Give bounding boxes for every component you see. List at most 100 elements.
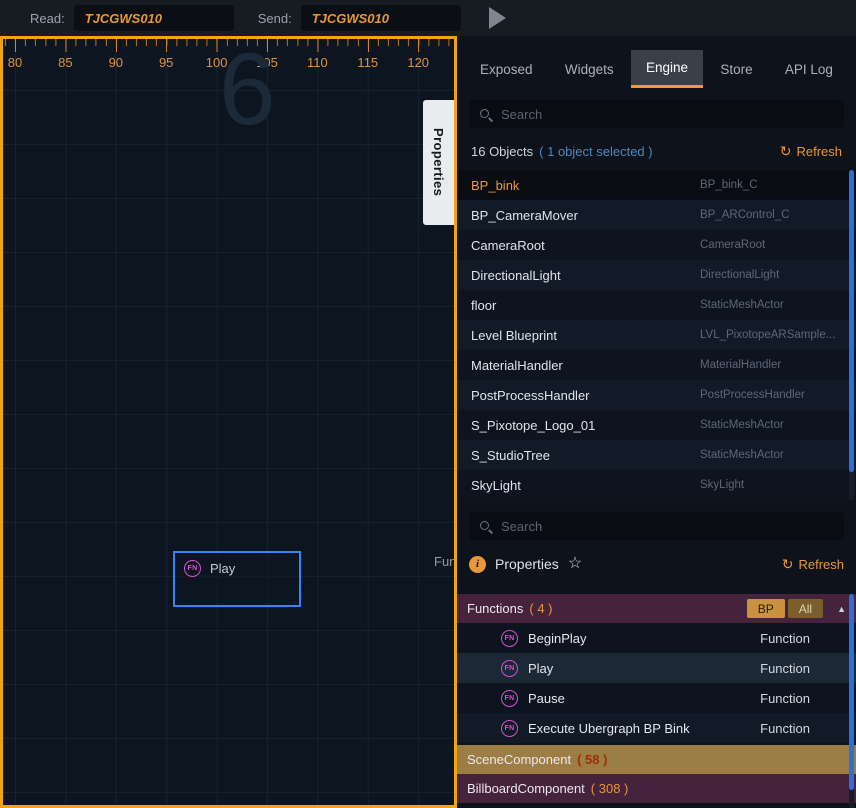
object-row[interactable]: PostProcessHandlerPostProcessHandler xyxy=(457,380,856,410)
function-list: FNBeginPlayFunctionFNPlayFunctionFNPause… xyxy=(457,623,856,743)
refresh-objects-button[interactable]: ↻ Refresh xyxy=(780,144,842,159)
object-name: S_Pixotope_Logo_01 xyxy=(471,418,700,433)
search-input-top[interactable] xyxy=(501,107,834,122)
object-type: StaticMeshActor xyxy=(700,299,846,311)
object-type: CameraRoot xyxy=(700,239,846,251)
ruler-number: 120 xyxy=(407,55,429,70)
object-row[interactable]: BP_binkBP_bink_C xyxy=(457,170,856,200)
function-name: Pause xyxy=(528,691,565,706)
objects-count: 16 Objects xyxy=(471,144,533,159)
section-header-scenecomponent[interactable]: SceneComponent ( 58 ) xyxy=(457,745,856,774)
properties-title: Properties xyxy=(495,556,559,572)
properties-scrollbar[interactable] xyxy=(849,594,854,808)
object-name: floor xyxy=(471,298,700,313)
search-input-bottom[interactable] xyxy=(501,519,834,534)
info-icon: i xyxy=(469,556,486,573)
function-row[interactable]: FNBeginPlayFunction xyxy=(457,623,856,653)
play-icon[interactable] xyxy=(489,7,506,29)
filter-button-bp[interactable]: BP xyxy=(747,599,785,618)
refresh-label: Refresh xyxy=(798,557,844,572)
read-input[interactable] xyxy=(74,5,234,31)
tab-exposed[interactable]: Exposed xyxy=(465,50,548,88)
tab-store[interactable]: Store xyxy=(705,50,767,88)
play-node-label: Play xyxy=(210,561,235,576)
function-row[interactable]: FNPlayFunction xyxy=(457,653,856,683)
object-name: DirectionalLight xyxy=(471,268,700,283)
object-name: BP_bink xyxy=(471,178,700,193)
refresh-properties-button[interactable]: ↻ Refresh xyxy=(782,557,844,572)
refresh-label: Refresh xyxy=(796,144,842,159)
properties-header: i Properties ☆ ↻ Refresh xyxy=(457,550,856,578)
object-row[interactable]: S_Pixotope_Logo_01StaticMeshActor xyxy=(457,410,856,440)
object-row[interactable]: S_StudioTreeStaticMeshActor xyxy=(457,440,856,470)
function-name: Execute Ubergraph BP Bink xyxy=(528,721,690,736)
function-name: BeginPlay xyxy=(528,631,587,646)
viewport-watermark: 6 xyxy=(219,36,276,148)
tab-widgets[interactable]: Widgets xyxy=(550,50,629,88)
favorite-star-icon[interactable]: ☆ xyxy=(568,553,582,573)
properties-side-tab[interactable]: Properties xyxy=(423,100,454,225)
ruler-number: 85 xyxy=(58,55,72,70)
object-name: MaterialHandler xyxy=(471,358,700,373)
drag-ghost-text: Func xyxy=(434,554,457,569)
object-name: PostProcessHandler xyxy=(471,388,700,403)
ruler-number: 95 xyxy=(159,55,173,70)
ruler-number: 110 xyxy=(307,55,328,70)
object-row[interactable]: Level BlueprintLVL_PixotopeARSample... xyxy=(457,320,856,350)
section-label: Functions xyxy=(467,601,523,616)
object-row[interactable]: floorStaticMeshActor xyxy=(457,290,856,320)
fn-icon: FN xyxy=(501,660,518,677)
scrollbar-thumb[interactable] xyxy=(849,170,854,472)
ruler-number: 80 xyxy=(8,55,22,70)
object-row[interactable]: CameraRootCameraRoot xyxy=(457,230,856,260)
section-label: BillboardComponent xyxy=(467,781,585,796)
function-row[interactable]: FNPauseFunction xyxy=(457,683,856,713)
main-area: 80859095100105110115120125 6 Properties … xyxy=(0,36,856,808)
object-type: BP_bink_C xyxy=(700,179,846,191)
viewport[interactable]: 80859095100105110115120125 6 Properties … xyxy=(0,36,457,808)
send-label: Send: xyxy=(258,11,292,26)
object-row[interactable]: DirectionalLightDirectionalLight xyxy=(457,260,856,290)
section-header-functions[interactable]: Functions ( 4 ) BPAll ▲ xyxy=(457,594,856,623)
tab-engine[interactable]: Engine xyxy=(631,50,703,88)
tab-api-log[interactable]: API Log xyxy=(770,50,848,88)
object-list: BP_binkBP_bink_CBP_CameraMoverBP_ARContr… xyxy=(457,170,856,500)
fn-icon: FN xyxy=(501,690,518,707)
objects-header: 16 Objects ( 1 object selected ) ↻ Refre… xyxy=(457,138,856,164)
object-row[interactable]: MaterialHandlerMaterialHandler xyxy=(457,350,856,380)
object-name: SkyLight xyxy=(471,478,700,493)
object-name: CameraRoot xyxy=(471,238,700,253)
section-count: ( 58 ) xyxy=(577,752,607,767)
objects-selected-count: ( 1 object selected ) xyxy=(539,144,652,159)
filter-button-all[interactable]: All xyxy=(788,599,823,618)
fn-icon: FN xyxy=(501,720,518,737)
object-type: PostProcessHandler xyxy=(700,389,846,401)
ruler-number: 90 xyxy=(109,55,123,70)
function-type: Function xyxy=(760,721,810,736)
section-label: SceneComponent xyxy=(467,752,571,767)
side-panel: ExposedWidgetsEngineStoreAPI Log 16 Obje… xyxy=(457,36,856,808)
send-input[interactable] xyxy=(301,5,461,31)
object-type: DirectionalLight xyxy=(700,269,846,281)
object-type: MaterialHandler xyxy=(700,359,846,371)
panel-tabs: ExposedWidgetsEngineStoreAPI Log xyxy=(457,50,856,88)
function-row[interactable]: FN Execute Ubergraph BP Bink Function xyxy=(457,713,856,743)
object-name: Level Blueprint xyxy=(471,328,700,343)
play-function-node[interactable]: FN Play xyxy=(173,551,301,607)
section-count: ( 4 ) xyxy=(529,601,552,616)
refresh-icon: ↻ xyxy=(782,557,794,571)
scrollbar-thumb[interactable] xyxy=(849,594,854,790)
object-list-scrollbar[interactable] xyxy=(849,170,854,500)
object-type: LVL_PixotopeARSample... xyxy=(700,329,846,341)
section-count: ( 308 ) xyxy=(591,781,629,796)
fn-icon: FN xyxy=(184,560,201,577)
fn-icon: FN xyxy=(501,630,518,647)
object-row[interactable]: SkyLightSkyLight xyxy=(457,470,856,500)
object-name: S_StudioTree xyxy=(471,448,700,463)
function-name: Play xyxy=(528,661,553,676)
search-bar-bottom[interactable] xyxy=(469,512,844,540)
object-row[interactable]: BP_CameraMoverBP_ARControl_C xyxy=(457,200,856,230)
section-header-billboardcomponent[interactable]: BillboardComponent ( 308 ) xyxy=(457,774,856,803)
collapse-chevron-icon[interactable]: ▲ xyxy=(837,604,846,614)
search-bar-top[interactable] xyxy=(469,100,844,128)
